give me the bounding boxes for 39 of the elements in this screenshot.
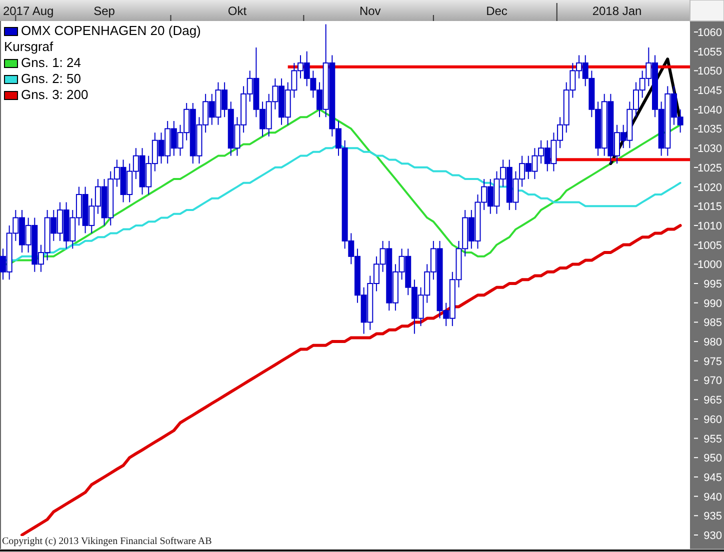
axis-label: 995 <box>704 278 722 290</box>
axis-label: 940 <box>704 491 722 504</box>
axis-label: 1020 <box>698 182 722 194</box>
axis-label: 1000 <box>698 259 722 272</box>
axis-label: 1025 <box>698 162 722 174</box>
axis-label: 965 <box>704 394 722 407</box>
axis-label: 1055 <box>698 46 722 58</box>
legend-label: Gns. 2: 50 <box>21 71 81 87</box>
axis-label: 1010 <box>698 220 722 232</box>
axis-label: 955 <box>704 433 722 446</box>
axis-label: 1015 <box>698 201 722 214</box>
axis-label: 970 <box>704 375 722 388</box>
axis-label: 975 <box>704 356 722 368</box>
axis-label: 945 <box>704 472 722 484</box>
axis-label: 1045 <box>698 85 722 98</box>
axis-label: 1005 <box>698 240 722 252</box>
legend-label: Kursgraf <box>4 39 54 55</box>
axis-label: 930 <box>704 530 722 542</box>
axis-label: 1030 <box>698 143 722 156</box>
legend-label: Gns. 1: 24 <box>21 55 81 71</box>
axis-label: 980 <box>704 336 722 349</box>
axis-label: 990 <box>704 298 722 310</box>
axis-label: 985 <box>704 317 722 330</box>
axis-label: 1050 <box>698 66 722 78</box>
legend-label: OMX COPENHAGEN 20 (Dag) <box>21 23 201 39</box>
month-label: Okt <box>228 4 247 18</box>
axis-label: 950 <box>704 452 722 465</box>
month-label: Dec <box>486 4 508 18</box>
legend-label: Gns. 3: 200 <box>21 87 88 103</box>
month-label: 2017 Aug <box>2 4 54 18</box>
axis-label: 935 <box>704 510 722 523</box>
copyright-text: Copyright (c) 2013 Vikingen Financial Software AB <box>2 536 212 548</box>
month-label: Sep <box>94 4 115 18</box>
month-label: 2018 Jan <box>592 4 642 18</box>
axis-label: 960 <box>704 414 722 426</box>
month-label: Nov <box>359 4 381 18</box>
axis-label: 1035 <box>698 124 722 136</box>
axis-label: 1060 <box>698 27 722 39</box>
axis-label: 1040 <box>698 104 722 116</box>
